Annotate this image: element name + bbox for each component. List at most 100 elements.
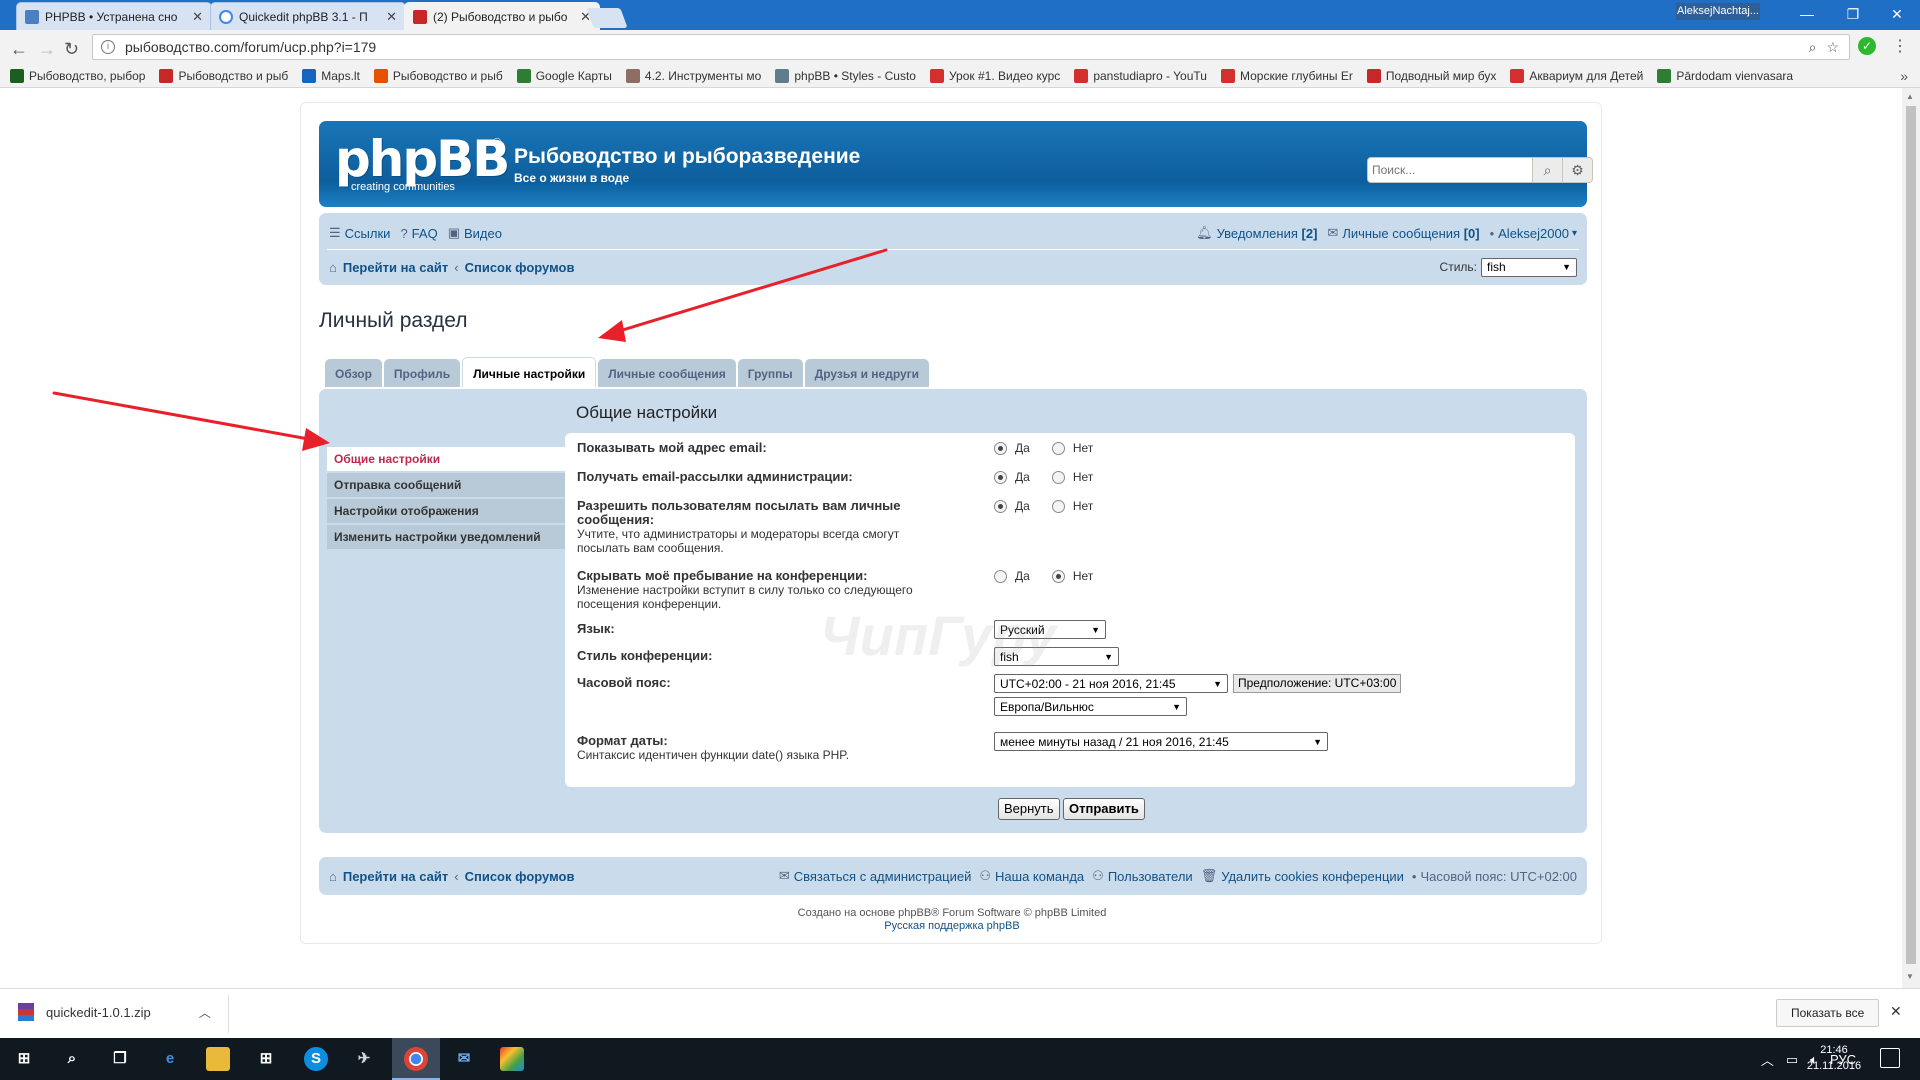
nav-video[interactable]: ▣ Видео — [448, 225, 502, 241]
footer-crumb-site[interactable]: Перейти на сайт — [343, 869, 448, 884]
bookmark-item[interactable]: Морские глубины Er — [1220, 68, 1353, 83]
file-explorer-icon[interactable] — [206, 1047, 230, 1071]
menu-item-posting[interactable]: Отправка сообщений — [327, 473, 573, 497]
bookmark-item[interactable]: Рыбоводство и рыб — [159, 68, 288, 83]
reset-button[interactable]: Вернуть — [998, 798, 1060, 820]
allow-pm-no-radio[interactable]: Нет — [1051, 499, 1093, 513]
nav-user-menu[interactable]: • Aleksej2000 ▾ — [1490, 226, 1577, 241]
close-icon[interactable]: ✕ — [192, 9, 203, 25]
tray-chevron-icon[interactable]: ︿ — [1761, 1050, 1774, 1069]
hide-online-yes-radio[interactable]: Да — [994, 569, 1030, 583]
mail-icon[interactable]: ✉ — [452, 1047, 476, 1071]
minimize-icon[interactable]: — — [1784, 0, 1830, 28]
show-email-no-radio[interactable]: Нет — [1051, 441, 1093, 455]
style-select[interactable]: fish ▼ — [1481, 257, 1577, 277]
search-input[interactable] — [1367, 157, 1533, 183]
more-bookmarks-icon[interactable]: » — [1900, 68, 1908, 84]
action-center-icon[interactable] — [1880, 1048, 1900, 1068]
bookmark-item[interactable]: Google Карты — [516, 68, 612, 83]
chrome-icon[interactable] — [404, 1047, 428, 1071]
info-icon[interactable]: i — [101, 40, 115, 54]
bookmark-item[interactable]: Рыбоводство и рыб — [373, 68, 503, 83]
page-scrollbar[interactable]: ▲ ▼ — [1902, 88, 1920, 988]
allow-pm-yes-radio[interactable]: Да — [994, 499, 1030, 513]
hide-online-no-radio[interactable]: Нет — [1051, 569, 1093, 583]
scrollbar-thumb[interactable] — [1906, 106, 1916, 964]
download-item[interactable]: quickedit-1.0.1.zip ︿ — [18, 1003, 211, 1021]
restore-icon[interactable]: ❐ — [1830, 0, 1876, 28]
show-all-downloads-button[interactable]: Показать все — [1776, 999, 1880, 1027]
close-icon[interactable]: ✕ — [386, 9, 397, 25]
timezone-region-select[interactable]: Европа/Вильнюс ▼ — [994, 697, 1187, 716]
tab-overview[interactable]: Обзор — [325, 359, 382, 387]
admin-mail-yes-radio[interactable]: Да — [994, 470, 1030, 484]
zoom-icon[interactable]: ⌕ — [1809, 39, 1817, 56]
timezone-guess-button[interactable]: Предположение: UTC+03:00 — [1233, 674, 1402, 693]
bookmark-item[interactable]: Подводный мир бух — [1366, 68, 1496, 83]
skype-icon[interactable]: S — [304, 1047, 328, 1071]
task-view-icon[interactable]: ❐ — [108, 1047, 132, 1071]
footer-contact[interactable]: ✉ Связаться с администрацией — [779, 868, 972, 884]
window-user-badge[interactable]: AleksejNachtaj... — [1676, 3, 1760, 20]
tab-friends-foes[interactable]: Друзья и недруги — [804, 359, 930, 387]
crumb-site[interactable]: Перейти на сайт — [343, 260, 448, 275]
scroll-up-icon[interactable]: ▲ — [1906, 92, 1914, 101]
back-icon[interactable]: ← — [10, 39, 28, 59]
tab-profile[interactable]: Профиль — [383, 359, 461, 387]
tab-groups[interactable]: Группы — [737, 359, 803, 387]
admin-mail-no-radio[interactable]: Нет — [1051, 470, 1093, 484]
footer-team[interactable]: ⚇ Наша команда — [979, 868, 1084, 884]
browser-tab-1[interactable]: PHPBB • Устранена сно ✕ — [16, 2, 212, 30]
timezone-select[interactable]: UTC+02:00 - 21 ноя 2016, 21:45 ▼ — [994, 674, 1228, 693]
russian-support-link[interactable]: Русская поддержка phpBB — [301, 920, 1603, 932]
extension-check-icon[interactable]: ✓ — [1858, 37, 1876, 55]
bookmark-item[interactable]: Урок #1. Видео курс — [929, 68, 1060, 83]
site-title[interactable]: Рыбоводство и рыборазведение — [514, 145, 860, 169]
bookmark-star-icon[interactable]: ☆ — [1826, 39, 1839, 56]
menu-item-display[interactable]: Настройки отображения — [327, 499, 573, 523]
edge-browser-icon[interactable]: e — [158, 1047, 182, 1071]
new-tab-button[interactable] — [586, 8, 628, 28]
browser-tab-2[interactable]: Quickedit phpBB 3.1 - П ✕ — [210, 2, 406, 30]
search-icon[interactable]: ⌕ — [60, 1047, 84, 1071]
bookmark-item[interactable]: Pārdodam vienvasara — [1657, 68, 1793, 83]
submit-button[interactable]: Отправить — [1063, 798, 1145, 820]
close-icon[interactable]: ✕ — [1890, 1003, 1902, 1020]
bookmark-item[interactable]: phpBB • Styles - Custo — [775, 68, 916, 83]
footer-delete-cookies[interactable]: 🗑︎ Удалить cookies конференции — [1201, 868, 1404, 884]
reload-icon[interactable]: ↻ — [64, 39, 79, 59]
crumb-index[interactable]: Список форумов — [465, 260, 575, 275]
browser-tab-3-active[interactable]: (2) Рыбоводство и рыбо ✕ — [404, 2, 600, 30]
forward-icon[interactable]: → — [38, 39, 56, 59]
footer-crumb-index[interactable]: Список форумов — [465, 869, 575, 884]
chevron-up-icon[interactable]: ︿ — [199, 1004, 211, 1021]
windows-start-icon[interactable]: ⊞ — [12, 1047, 36, 1071]
bookmark-item[interactable]: Maps.lt — [302, 68, 360, 83]
network-icon[interactable]: ▭ — [1786, 1052, 1798, 1068]
search-icon[interactable]: ⌕ — [1533, 157, 1563, 183]
store-icon[interactable]: ⊞ — [254, 1047, 278, 1071]
bookmark-item[interactable]: Рыбоводство, рыбор — [10, 68, 145, 83]
app-icon[interactable]: ✈ — [352, 1047, 376, 1071]
address-bar[interactable]: i рыбоводство.com/forum/ucp.php?i=179 ⌕ … — [92, 34, 1850, 60]
gear-icon[interactable]: ⚙ — [1563, 157, 1593, 183]
dateformat-select[interactable]: менее минуты назад / 21 ноя 2016, 21:45 ▼ — [994, 732, 1328, 751]
menu-item-general[interactable]: Общие настройки — [327, 447, 573, 471]
show-email-yes-radio[interactable]: Да — [994, 441, 1030, 455]
menu-kebab-icon[interactable]: ⋮ — [1892, 36, 1908, 56]
nav-private-messages[interactable]: ✉ Личные сообщения [0] — [1327, 225, 1479, 241]
menu-item-notifications[interactable]: Изменить настройки уведомлений — [327, 525, 573, 549]
bookmark-item[interactable]: panstudiapro - YouTu — [1074, 68, 1207, 83]
nav-faq[interactable]: ? FAQ — [400, 226, 437, 241]
footer-members[interactable]: ⚇ Пользователи — [1092, 868, 1193, 884]
nav-notifications[interactable]: 🔔︎ Уведомления [2] — [1196, 225, 1317, 241]
window-close-icon[interactable]: ✕ — [1874, 0, 1920, 28]
bookmark-item[interactable]: Аквариум для Детей — [1510, 68, 1643, 83]
tab-private-messages[interactable]: Личные сообщения — [598, 359, 736, 387]
clock[interactable]: 21:46 21.11.2016 — [1804, 1042, 1864, 1074]
tab-preferences[interactable]: Личные настройки — [462, 357, 597, 387]
paint-icon[interactable] — [500, 1047, 524, 1071]
nav-links[interactable]: ☰ Ссылки — [329, 225, 390, 241]
bookmark-item[interactable]: 4.2. Инструменты мо — [625, 68, 761, 83]
scroll-down-icon[interactable]: ▼ — [1906, 972, 1914, 981]
